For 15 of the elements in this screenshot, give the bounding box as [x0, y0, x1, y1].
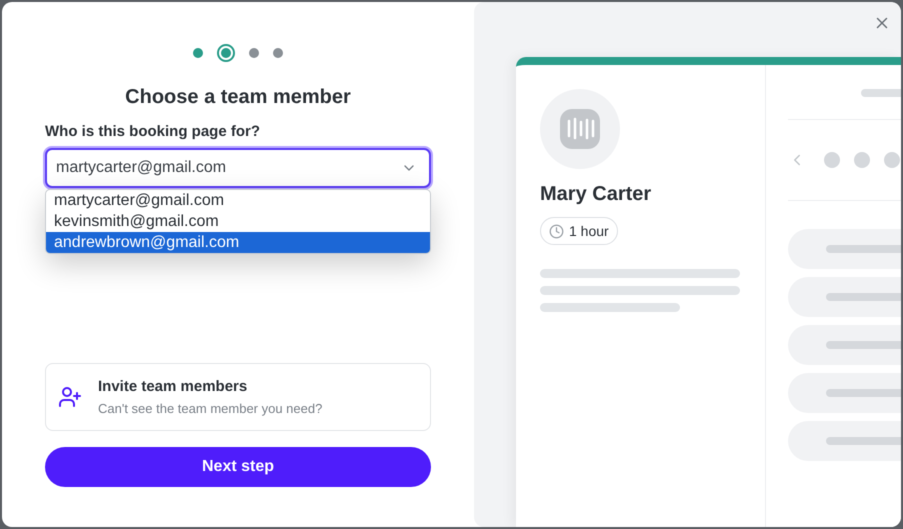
invite-subtitle: Can't see the team member you need?	[98, 400, 322, 418]
logo-icon	[560, 109, 600, 149]
dropdown-option[interactable]: andrewbrown@gmail.com	[46, 232, 430, 252]
dropdown-option[interactable]: kevinsmith@gmail.com	[46, 210, 430, 232]
next-step-button[interactable]: Next step	[45, 447, 431, 487]
dialog-title: Choose a team member	[124, 85, 352, 110]
duration-badge: 1 hour	[540, 217, 618, 245]
invite-title: Invite team members	[98, 377, 248, 397]
clock-icon	[549, 224, 564, 238]
invite-card[interactable]: Invite team members Can't see the team member you need?	[45, 363, 431, 431]
field-label: Who is this booking page for?	[45, 122, 261, 142]
member-select[interactable]: martycarter@gmail.com	[45, 148, 431, 188]
preview-name: Mary Carter	[540, 182, 652, 207]
dropdown-option[interactable]: martycarter@gmail.com	[46, 190, 430, 210]
add-user-icon	[58, 385, 82, 409]
